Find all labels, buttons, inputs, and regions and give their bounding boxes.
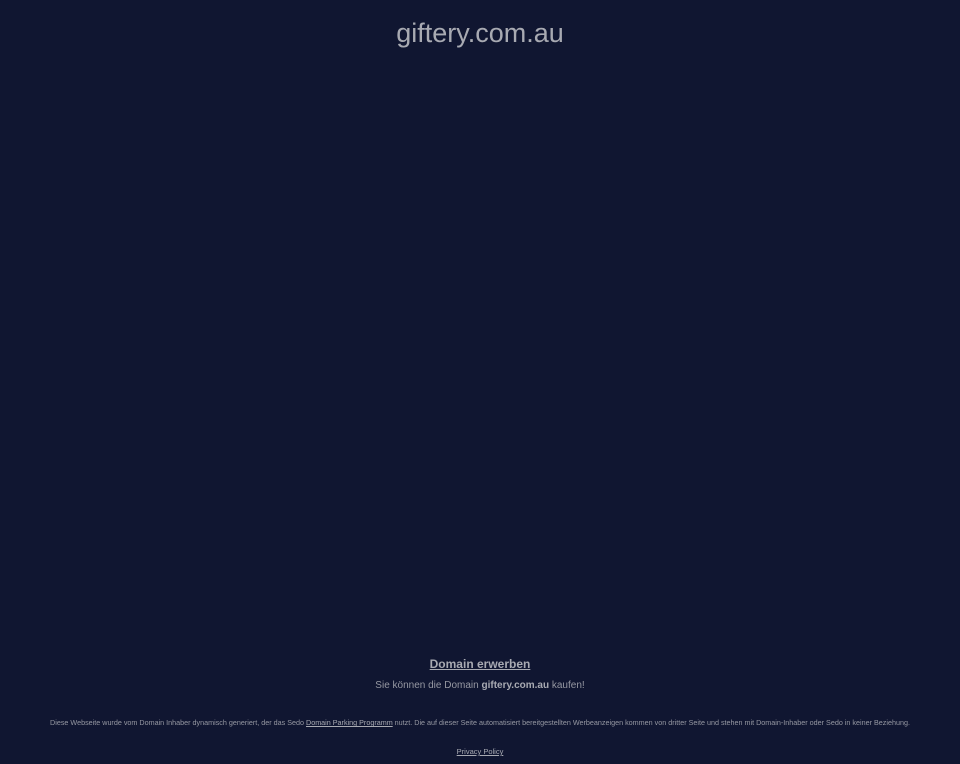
disclaimer-part1: Diese Webseite wurde vom Domain Inhaber …: [50, 718, 306, 727]
disclaimer-part2: nutzt. Die auf dieser Seite automatisier…: [392, 718, 910, 727]
buy-text-prefix: Sie können die Domain: [375, 680, 482, 691]
buy-domain-text: Sie können die Domain giftery.com.au kau…: [0, 679, 960, 692]
privacy-policy-link[interactable]: Privacy Policy: [457, 747, 504, 756]
buy-domain-link[interactable]: Domain erwerben: [430, 657, 531, 671]
buy-text-domain: giftery.com.au: [481, 680, 550, 691]
privacy-footer: Privacy Policy: [0, 747, 960, 756]
disclaimer-text: Diese Webseite wurde vom Domain Inhaber …: [45, 718, 915, 727]
buy-domain-section: Domain erwerben Sie können die Domain gi…: [0, 655, 960, 692]
domain-parking-link[interactable]: Domain Parking Programm: [306, 718, 393, 727]
buy-text-suffix: kaufen!: [549, 680, 585, 691]
domain-title: giftery.com.au: [396, 18, 564, 48]
